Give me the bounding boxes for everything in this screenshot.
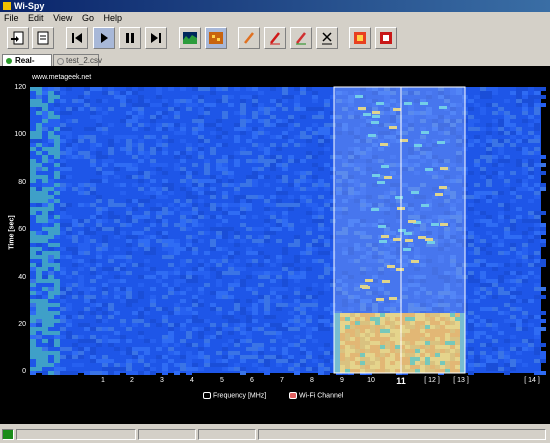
status-pane-3 [198,429,256,440]
x-tick: [ 13 ] [453,377,469,384]
legend-frequency: Frequency [MHz] [203,392,266,399]
status-indicator [2,429,14,440]
x-tick: 6 [250,377,254,384]
x-tick: 2 [130,377,134,384]
x-tick: 4 [190,377,194,384]
status-bar [0,427,550,443]
legend-frequency-label: Frequency [MHz] [212,392,267,400]
status-pane-1 [16,429,136,440]
x-tick: [ 14 ] [524,377,540,384]
x-tick: 10 [367,377,375,384]
channel-selection[interactable] [333,86,466,374]
frequency-swatch-icon [203,392,211,399]
status-pane-4 [258,429,546,440]
x-tick: 5 [220,377,224,384]
x-tick: 7 [280,377,284,384]
x-tick: [ 12 ] [424,377,440,384]
status-pane-2 [138,429,196,440]
x-tick: 8 [310,377,314,384]
wifi-channel-swatch-icon [289,392,297,399]
legend-wifi: Wi-Fi Channel [289,392,343,399]
x-tick: 9 [340,377,344,384]
x-tick: 3 [160,377,164,384]
x-tick-selected: 11 [396,376,406,386]
x-tick: 1 [101,377,105,384]
legend-wifi-label: Wi-Fi Channel [298,392,344,400]
